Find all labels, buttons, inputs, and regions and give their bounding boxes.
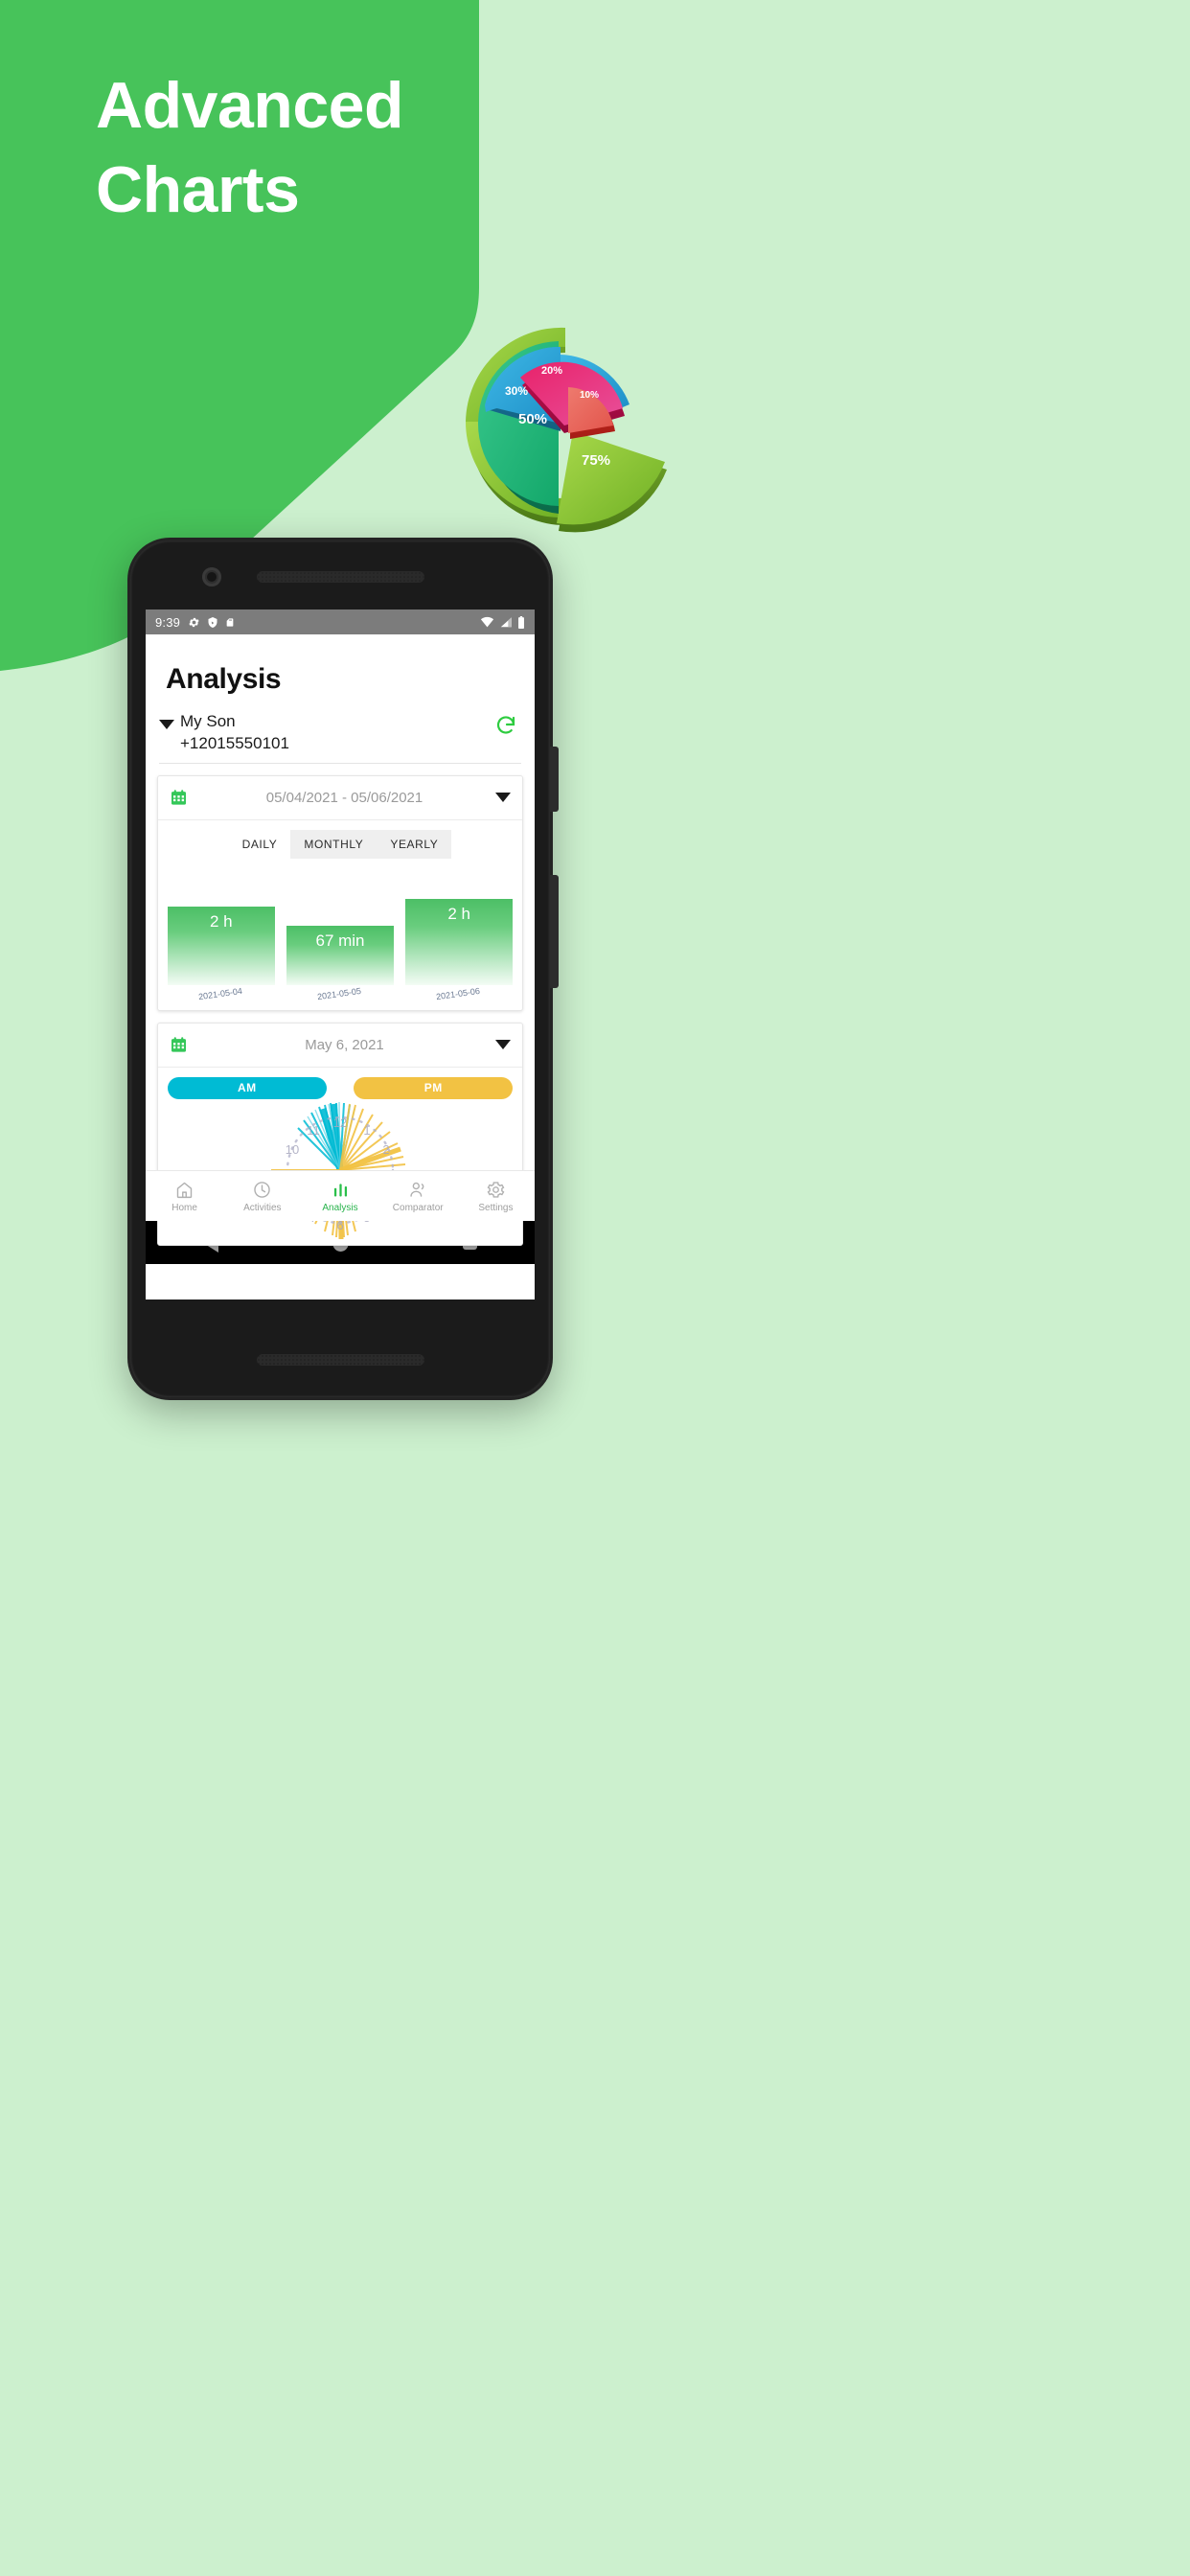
refresh-icon[interactable] [494,714,517,737]
nav-label-settings: Settings [478,1202,514,1213]
date-range-value: 05/04/2021 - 05/06/2021 [265,789,423,806]
chevron-down-icon[interactable] [495,1040,511,1050]
am-chip[interactable]: AM [168,1076,327,1099]
bottom-navigation: Home Activities Analysis Comparator Sett… [146,1170,535,1221]
calendar-icon [171,1037,187,1052]
tab-monthly[interactable]: MONTHLY [290,830,377,859]
svg-text:2: 2 [382,1142,389,1157]
nav-label-analysis: Analysis [322,1202,358,1213]
hero-title-line-1: Advanced [96,69,404,142]
x-tick-2: 2021-05-06 [435,985,481,1002]
svg-text:1: 1 [363,1123,370,1138]
bar-value-0: 2 h [209,911,233,931]
app-content: Analysis My Son +12015550101 05/04/2021 … [146,634,535,1246]
caret-down-icon[interactable] [159,720,174,729]
svg-text:12: 12 [333,1116,347,1130]
nav-label-activities: Activities [243,1202,282,1213]
pie-label-50: 50% [518,411,547,427]
ampm-toggle: AM PM [158,1068,522,1099]
phone-screen: 9:39 Analysis My Son +12015550101 05/04/… [146,610,535,1300]
nav-item-analysis[interactable]: Analysis [301,1180,378,1213]
range-card: 05/04/2021 - 05/06/2021 DAILY MONTHLY YE… [157,774,523,1011]
x-tick-0: 2021-05-04 [197,985,243,1002]
day-card-header[interactable]: May 6, 2021 [158,1024,522,1068]
calendar-icon [171,790,187,805]
gear-icon [189,617,199,627]
bar-chart-x-axis: 2021-05-04 2021-05-05 2021-05-06 [168,986,513,1010]
pm-chip[interactable]: PM [354,1076,513,1099]
volume-button[interactable] [550,875,559,988]
day-date-value: May 6, 2021 [305,1036,384,1053]
x-tick-1: 2021-05-05 [316,985,362,1002]
nav-item-settings[interactable]: Settings [457,1180,535,1213]
phone-mockup: 9:39 Analysis My Son +12015550101 05/04/… [127,538,559,1400]
contact-name: My Son [180,712,236,730]
wifi-icon [480,616,494,628]
svg-text:10: 10 [286,1142,299,1157]
period-tabs: DAILY MONTHLY YEARLY [158,820,522,862]
contact-selector[interactable]: My Son +12015550101 [146,696,535,755]
shield-icon [208,616,217,628]
clock-icon [254,1181,271,1198]
earpiece-speaker [257,571,424,583]
divider [159,762,521,764]
daily-bar-chart: 2 h 67 min 2 h [168,870,513,985]
pie-label-20: 20% [541,365,562,377]
status-bar: 9:39 [146,610,535,634]
bar-value-2: 2 h [447,904,471,923]
contact-phone: +12015550101 [180,733,289,752]
signal-icon [500,617,512,628]
tab-yearly[interactable]: YEARLY [377,830,451,859]
nav-item-home[interactable]: Home [146,1180,223,1213]
bottom-speaker [257,1354,424,1366]
page-title: Analysis [166,663,282,695]
people-icon [410,1182,424,1197]
nav-item-comparator[interactable]: Comparator [379,1180,457,1213]
range-card-header[interactable]: 05/04/2021 - 05/06/2021 [158,776,522,820]
tab-daily[interactable]: DAILY [228,829,291,859]
bar-0[interactable]: 2 h [168,906,275,985]
svg-text:11: 11 [307,1123,320,1138]
nav-label-home: Home [172,1202,197,1213]
status-time: 9:39 [155,614,181,630]
hero-title-line-2: Charts [96,153,300,227]
bar-2[interactable]: 2 h [405,898,513,985]
pie-label-75: 75% [582,452,610,469]
bar-column: 2 h [405,898,513,985]
home-icon [176,1182,193,1198]
bar-1[interactable]: 67 min [286,925,394,985]
pie-label-30: 30% [505,384,528,398]
nav-item-activities[interactable]: Activities [223,1180,301,1213]
sd-card-icon [226,617,234,627]
bar-column: 67 min [286,925,394,985]
nav-label-comparator: Comparator [392,1202,444,1213]
power-button[interactable] [550,747,559,812]
gear-icon [487,1181,505,1198]
battery-icon [518,615,524,629]
bar-value-1: 67 min [315,931,365,950]
bar-column: 2 h [168,906,275,985]
front-camera [202,567,221,586]
chevron-down-icon[interactable] [495,793,511,803]
hero-title: Advanced Charts [96,63,594,233]
pie-chart-illustration: 75% 50% 30% 20% 10% [446,316,685,537]
pie-label-10: 10% [580,390,599,401]
bar-chart-icon [333,1183,347,1196]
